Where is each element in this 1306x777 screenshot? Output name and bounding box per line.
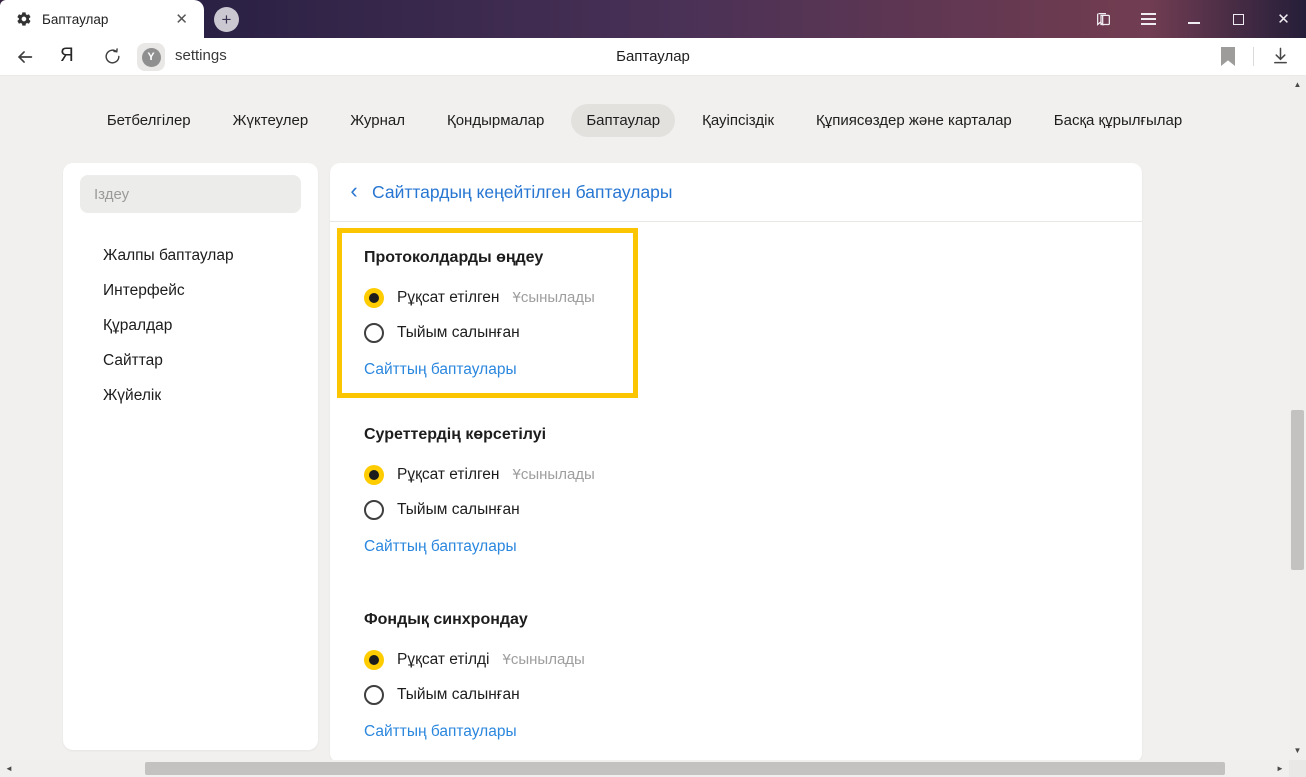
browser-tab-strip: Баптаулар ✕ + ✕ [0,0,1306,38]
radio-unselected-icon[interactable] [364,322,384,343]
nav-tab-other-devices[interactable]: Басқа құрылғылар [1039,104,1197,137]
nav-tab-bookmarks[interactable]: Бетбелгілер [92,104,206,137]
site-settings-link[interactable]: Сайттың баптаулары [364,721,517,743]
sidebar-item-sites[interactable]: Сайттар [63,343,318,378]
gear-icon [17,12,31,26]
nav-tab-security[interactable]: Қауіпсіздік [687,104,789,137]
radio-label: Рұқсат етілген [397,288,500,306]
radio-option-allowed[interactable]: Рұқсат етілді Ұсынылады [364,642,1142,677]
radio-selected-icon[interactable] [364,464,384,485]
radio-option-blocked[interactable]: Тыйым салынған [364,315,633,350]
recommended-badge: Ұсынылады [512,466,595,483]
radio-label: Тыйым салынған [397,323,520,341]
page-header[interactable]: ‹ Сайттардың кеңейтілген баптаулары [330,163,1142,222]
radio-option-blocked[interactable]: Тыйым салынған [364,677,1142,712]
settings-main-panel: ‹ Сайттардың кеңейтілген баптаулары Прот… [330,163,1142,763]
download-icon[interactable] [1271,46,1290,66]
scroll-right-icon[interactable]: ► [1273,760,1287,777]
new-tab-button[interactable]: + [214,7,239,32]
radio-unselected-icon[interactable] [364,499,384,520]
settings-nav-tabs: Бетбелгілер Жүктеулер Журнал Қондырмалар… [0,104,1289,137]
chevron-left-icon: ‹ [350,178,358,203]
recommended-badge: Ұсынылады [502,651,585,668]
radio-selected-icon[interactable] [364,649,384,670]
horizontal-scrollbar-thumb[interactable] [145,762,1225,775]
scroll-down-icon[interactable]: ▼ [1289,744,1306,758]
window-controls: ✕ [1081,0,1306,38]
toolbar-page-title: Баптаулар [616,48,690,65]
sidebar-item-general[interactable]: Жалпы баптаулар [63,238,318,273]
menu-button[interactable] [1126,0,1171,38]
sidebar-items: Жалпы баптаулар Интерфейс Құралдар Сайтт… [63,238,318,413]
horizontal-scrollbar[interactable]: ◄ ► [0,760,1289,777]
nav-tab-settings[interactable]: Баптаулар [571,104,676,137]
section-title: Суреттердің көрсетілуі [364,426,547,443]
minimize-icon [1187,22,1200,24]
sidebar-item-interface[interactable]: Интерфейс [63,273,318,308]
vertical-scrollbar-thumb[interactable] [1291,410,1304,570]
maximize-icon [1233,13,1244,25]
sidebar-item-system[interactable]: Жүйелік [63,378,318,413]
site-settings-link[interactable]: Сайттың баптаулары [364,359,517,381]
radio-label: Тыйым салынған [397,500,520,518]
hamburger-icon [1141,13,1156,25]
toolbar-divider [1253,47,1254,66]
radio-option-allowed[interactable]: Рұқсат етілген Ұсынылады [364,457,1142,492]
section-title: Фондық синхрондау [364,611,528,628]
browser-tab-active[interactable]: Баптаулар ✕ [0,0,204,38]
page-title: Сайттардың кеңейтілген баптаулары [372,181,673,202]
nav-tab-extensions[interactable]: Қондырмалар [432,104,559,137]
site-settings-link[interactable]: Сайттың баптаулары [364,536,517,558]
minimize-button[interactable] [1171,0,1216,38]
bookmark-icon[interactable] [1220,47,1236,66]
scroll-left-icon[interactable]: ◄ [2,760,16,777]
radio-selected-icon[interactable] [364,287,384,308]
section-background-sync: Фондық синхрондау Рұқсат етілді Ұсынылад… [364,609,1142,743]
sidebar-item-tools[interactable]: Құралдар [63,308,318,343]
radio-label: Тыйым салынған [397,685,520,703]
section-title: Протоколдарды өңдеу [364,249,544,266]
radio-unselected-icon[interactable] [364,684,384,705]
scroll-up-icon[interactable]: ▲ [1289,78,1306,92]
side-panel-icon[interactable] [1081,0,1126,38]
nav-tab-passwords[interactable]: Құпиясөздер және карталар [801,104,1027,137]
section-image-display: Суреттердің көрсетілуі Рұқсат етілген Ұс… [364,424,1142,558]
nav-tab-downloads[interactable]: Жүктеулер [218,104,324,137]
maximize-button[interactable] [1216,0,1261,38]
settings-sidebar: Жалпы баптаулар Интерфейс Құралдар Сайтт… [63,163,318,750]
scrollbar-corner [1289,760,1306,777]
section-protocol-handling: Протоколдарды өңдеу Рұқсат етілген Ұсыны… [337,228,638,398]
radio-label: Рұқсат етілген [397,465,500,483]
panels-glyph [1097,12,1110,26]
search-input[interactable] [80,175,301,213]
close-window-button[interactable]: ✕ [1261,0,1306,38]
radio-label: Рұқсат етілді [397,650,490,668]
radio-option-blocked[interactable]: Тыйым салынған [364,492,1142,527]
tab-title: Баптаулар [42,11,109,27]
nav-tab-history[interactable]: Журнал [335,104,420,137]
recommended-badge: Ұсынылады [512,289,595,306]
tab-close-icon[interactable]: ✕ [171,10,192,28]
vertical-scrollbar[interactable]: ▲ ▼ [1289,76,1306,760]
radio-option-allowed[interactable]: Рұқсат етілген Ұсынылады [364,280,633,315]
browser-toolbar: Я Y settings Баптаулар [0,38,1306,76]
